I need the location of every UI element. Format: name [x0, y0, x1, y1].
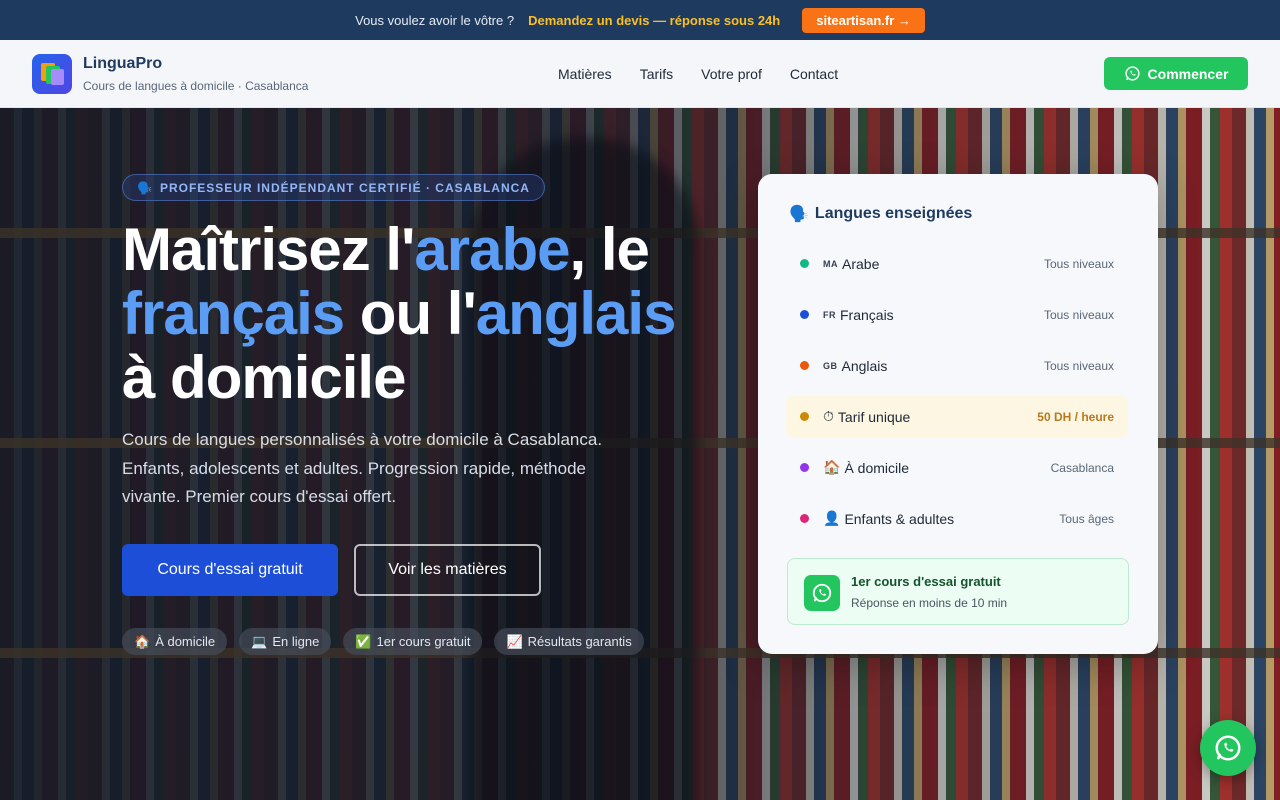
row-label: Tarif unique: [837, 408, 911, 425]
card-title: 🗣️ Langues enseignées: [789, 204, 972, 224]
status-dot: [800, 514, 809, 523]
title-highlight-anglais: anglais: [475, 280, 677, 347]
banner-cta-link[interactable]: Demandez un devis — réponse sous 24h: [528, 13, 780, 28]
brand-name[interactable]: LinguaPro: [83, 55, 162, 73]
card-title-label: Langues enseignées: [814, 205, 973, 222]
promo-subtitle: Réponse en moins de 10 min: [851, 596, 1008, 610]
house-icon: 🏠: [823, 459, 841, 475]
stopwatch-icon: ⏱: [823, 408, 834, 424]
hero-title: Maîtrisez l'arabe, le français ou l'angla…: [122, 218, 762, 410]
house-icon: 🏠: [134, 633, 151, 649]
row-label: Arabe: [842, 255, 880, 272]
hero-lead: Cours de langues personnalisés à votre d…: [122, 430, 603, 506]
brand-tagline: Cours de langues à domicile · Casablanca: [83, 79, 309, 93]
domicile-row: 🏠 À domicile Casablanca: [786, 447, 1128, 488]
badge-label: PROFESSEUR INDÉPENDANT CERTIFIÉ · CASABL…: [159, 180, 530, 195]
title-highlight-arabe: arabe: [414, 216, 570, 283]
flag-ma-icon: MA: [823, 258, 838, 269]
price-value: 50 DH / heure: [1037, 409, 1114, 424]
title-highlight-francais: français: [122, 280, 345, 347]
row-value: Casablanca: [1050, 460, 1114, 475]
speaking-head-icon: 🗣️: [789, 206, 809, 223]
status-dot: [800, 310, 809, 319]
row-label: Français: [840, 306, 894, 323]
chip-free-lesson: ✅ 1er cours gratuit: [343, 628, 483, 655]
status-dot: [800, 259, 809, 268]
row-value: Tous niveaux: [1043, 307, 1114, 322]
promo-banner: Vous voulez avoir le vôtre ? Demandez un…: [0, 0, 1280, 40]
banner-text: Vous voulez avoir le vôtre ?: [355, 12, 515, 28]
chip-label: Résultats garantis: [527, 634, 632, 649]
free-trial-promo[interactable]: 1er cours d'essai gratuit Réponse en moi…: [787, 558, 1129, 625]
whatsapp-icon: [804, 575, 840, 611]
commencer-label: Commencer: [1147, 65, 1229, 82]
check-icon: ✅: [355, 633, 372, 649]
commencer-button[interactable]: Commencer: [1104, 57, 1248, 90]
brand-logo-icon[interactable]: [32, 54, 72, 94]
row-value: Tous niveaux: [1043, 256, 1114, 271]
flag-fr-icon: FR: [823, 309, 836, 320]
whatsapp-icon: [1124, 66, 1140, 81]
main-nav: Matières Tarifs Votre prof Contact: [558, 66, 838, 82]
row-label: Anglais: [841, 357, 888, 374]
chip-label: À domicile: [155, 634, 216, 649]
row-value: Tous niveaux: [1043, 358, 1114, 373]
chip-online: 💻 En ligne: [239, 628, 332, 655]
status-dot: [800, 412, 809, 421]
status-dot: [800, 463, 809, 472]
status-dot: [800, 361, 809, 370]
row-label: Enfants & adultes: [844, 510, 955, 527]
title-part: ou l': [344, 280, 477, 347]
chart-up-icon: 📈: [506, 633, 523, 649]
site-header: LinguaPro Cours de langues à domicile · …: [0, 40, 1280, 108]
languages-card: 🗣️ Langues enseignées MA Arabe Tous nivea…: [758, 174, 1158, 654]
title-part: Maîtrisez l': [122, 216, 415, 283]
certified-badge: 🗣️ PROFESSEUR INDÉPENDANT CERTIFIÉ · CAS…: [122, 174, 545, 201]
lang-row-anglais: GB Anglais Tous niveaux: [786, 345, 1128, 386]
title-part: à domicile: [122, 344, 406, 411]
lang-row-francais: FR Français Tous niveaux: [786, 294, 1128, 335]
row-value: Tous âges: [1059, 511, 1114, 526]
speaking-head-icon: 🗣️: [137, 180, 152, 195]
promo-title: 1er cours d'essai gratuit: [851, 574, 1001, 589]
lang-row-arabe: MA Arabe Tous niveaux: [786, 243, 1128, 284]
nav-votre-prof-link[interactable]: Votre prof: [701, 66, 762, 82]
title-part: , le: [569, 216, 649, 283]
whatsapp-icon: [1215, 735, 1241, 761]
hero-section: 🗣️ PROFESSEUR INDÉPENDANT CERTIFIÉ · CAS…: [0, 108, 1280, 800]
nav-tarifs-link[interactable]: Tarifs: [640, 66, 673, 82]
flag-gb-icon: GB: [823, 360, 838, 371]
chip-label: 1er cours gratuit: [376, 634, 471, 649]
row-label: À domicile: [844, 459, 910, 476]
free-trial-button[interactable]: Cours d'essai gratuit: [122, 544, 338, 596]
see-subjects-button[interactable]: Voir les matières: [354, 544, 541, 596]
audience-row: 👤 Enfants & adultes Tous âges: [786, 498, 1128, 539]
nav-contact-link[interactable]: Contact: [790, 66, 838, 82]
feature-chips: 🏠 À domicile 💻 En ligne ✅ 1er cours gratuit…: [122, 628, 644, 655]
whatsapp-fab-button[interactable]: [1200, 720, 1256, 776]
tarif-row: ⏱ Tarif unique 50 DH / heure: [786, 396, 1128, 437]
chip-label: En ligne: [272, 634, 320, 649]
person-icon: 👤: [823, 510, 841, 526]
chip-home: 🏠 À domicile: [122, 628, 228, 655]
laptop-icon: 💻: [251, 633, 268, 649]
nav-matieres-link[interactable]: Matières: [558, 66, 612, 82]
banner-siteartisan-button[interactable]: siteartisan.fr →: [802, 7, 925, 33]
chip-results: 📈 Résultats garantis: [494, 628, 644, 655]
